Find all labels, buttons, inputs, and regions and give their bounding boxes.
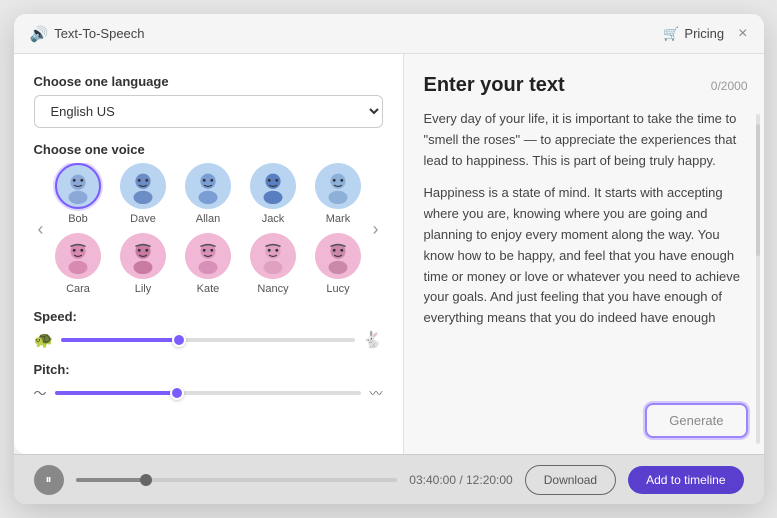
pricing-label: Pricing (684, 26, 724, 41)
face-icon-dave (124, 167, 162, 205)
text-paragraph-1: Every day of your life, it is important … (424, 109, 744, 171)
voice-section-label: Choose one voice (34, 142, 383, 157)
cart-icon: 🛒 (663, 26, 679, 42)
generate-button[interactable]: Generate (645, 403, 747, 438)
face-icon-lucy (319, 237, 357, 275)
voice-item[interactable]: Jack (243, 163, 304, 225)
title-bar-right: 🛒 Pricing × (663, 26, 747, 42)
voice-item[interactable]: Nancy (243, 233, 304, 295)
left-panel: Choose one language English US Choose on… (14, 54, 404, 454)
voice-avatar-bob[interactable] (55, 163, 101, 209)
face-icon-kate (189, 237, 227, 275)
pitch-section: Pitch: 〜 〰 (34, 362, 383, 402)
time-display: 03:40:00 / 12:20:00 (409, 473, 512, 487)
text-area-content[interactable]: Every day of your life, it is important … (424, 109, 748, 383)
speed-slow-icon: 🐢 (34, 330, 54, 350)
pitch-label: Pitch: (34, 362, 383, 377)
close-button[interactable]: × (738, 26, 747, 42)
speed-label: Speed: (34, 309, 383, 324)
voice-name-allan: Allan (196, 213, 220, 225)
voice-name-jack: Jack (262, 213, 285, 225)
pitch-high-icon: 〰 (369, 383, 382, 402)
main-content: Choose one language English US Choose on… (14, 54, 764, 454)
voice-avatar-lily[interactable] (120, 233, 166, 279)
face-icon-nancy (254, 237, 292, 275)
speed-slider-thumb (172, 333, 186, 347)
voice-avatar-kate[interactable] (185, 233, 231, 279)
voice-avatar-lucy[interactable] (315, 233, 361, 279)
voice-name-mark: Mark (326, 213, 350, 225)
title-bar: 🔊 Text-To-Speech 🛒 Pricing × (14, 14, 764, 54)
face-icon-lily (124, 237, 162, 275)
play-pause-button[interactable]: ⏸ (34, 465, 64, 495)
language-select[interactable]: English US (34, 95, 383, 128)
speed-section: Speed: 🐢 🐇 (34, 309, 383, 350)
voice-name-kate: Kate (197, 283, 220, 295)
voice-item[interactable]: Kate (178, 233, 239, 295)
speed-fast-icon: 🐇 (363, 330, 383, 350)
face-icon-allan (189, 167, 227, 205)
language-section-label: Choose one language (34, 74, 383, 89)
face-icon-bob (59, 167, 97, 205)
voice-name-lucy: Lucy (326, 283, 349, 295)
voice-avatar-mark[interactable] (315, 163, 361, 209)
text-paragraph-2: Happiness is a state of mind. It starts … (424, 183, 744, 329)
speed-slider[interactable] (61, 338, 354, 342)
face-icon-cara (59, 237, 97, 275)
right-panel: Enter your text 0/2000 Every day of your… (404, 54, 764, 454)
window-icon: 🔊 (30, 25, 49, 43)
voice-item[interactable]: Lily (113, 233, 174, 295)
voice-item[interactable]: Mark (308, 163, 369, 225)
voice-name-dave: Dave (130, 213, 156, 225)
voice-name-lily: Lily (135, 283, 152, 295)
title-bar-left: 🔊 Text-To-Speech (30, 25, 145, 43)
voice-avatar-jack[interactable] (250, 163, 296, 209)
text-title: Enter your text (424, 74, 565, 97)
voice-item[interactable]: Bob (48, 163, 109, 225)
pitch-slider-row: 〜 〰 (34, 383, 383, 402)
add-to-timeline-button[interactable]: Add to timeline (628, 466, 743, 494)
voice-name-cara: Cara (66, 283, 90, 295)
window-title: Text-To-Speech (54, 26, 144, 41)
progress-track[interactable] (76, 478, 398, 482)
next-voice-button[interactable]: › (369, 216, 383, 242)
char-count: 0/2000 (711, 79, 748, 93)
voice-grid: Bob (48, 163, 369, 295)
voice-avatar-cara[interactable] (55, 233, 101, 279)
app-window: 🔊 Text-To-Speech 🛒 Pricing × Choose one … (14, 14, 764, 504)
face-icon-jack (254, 167, 292, 205)
pitch-slider[interactable] (55, 391, 362, 395)
voice-grid-container: ‹ (34, 163, 383, 295)
download-button[interactable]: Download (525, 465, 616, 495)
voice-item[interactable]: Allan (178, 163, 239, 225)
voice-avatar-dave[interactable] (120, 163, 166, 209)
text-header: Enter your text 0/2000 (424, 74, 748, 97)
slider-section: Speed: 🐢 🐇 Pitch: 〜 (34, 309, 383, 402)
voice-section: Choose one voice ‹ (34, 142, 383, 295)
progress-thumb (140, 474, 152, 486)
voice-item[interactable]: Dave (113, 163, 174, 225)
pause-icon: ⏸ (45, 472, 51, 487)
scrollbar[interactable] (756, 114, 760, 444)
bottom-bar: ⏸ 03:40:00 / 12:20:00 Download Add to ti… (14, 454, 764, 504)
voice-item[interactable]: Lucy (308, 233, 369, 295)
scrollbar-thumb (756, 124, 760, 256)
voice-name-nancy: Nancy (257, 283, 288, 295)
voice-avatar-nancy[interactable] (250, 233, 296, 279)
language-section: Choose one language English US (34, 74, 383, 128)
voice-item[interactable]: Cara (48, 233, 109, 295)
pricing-button[interactable]: 🛒 Pricing (663, 26, 724, 42)
pitch-slider-thumb (170, 386, 184, 400)
progress-fill (76, 478, 147, 482)
speed-slider-row: 🐢 🐇 (34, 330, 383, 350)
voice-avatar-allan[interactable] (185, 163, 231, 209)
prev-voice-button[interactable]: ‹ (34, 216, 48, 242)
pitch-low-icon: 〜 (34, 383, 47, 402)
voice-name-bob: Bob (68, 213, 88, 225)
face-icon-mark (319, 167, 357, 205)
